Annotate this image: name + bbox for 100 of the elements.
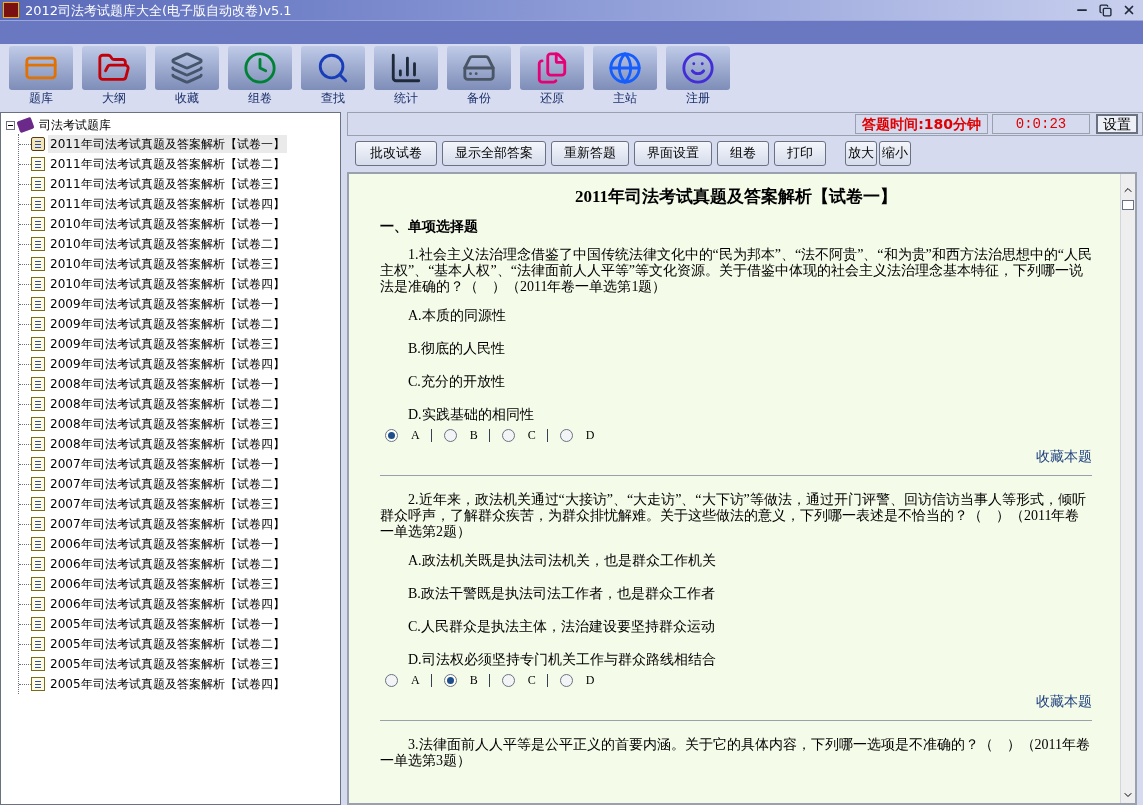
- document-title: 2011年司法考试真题及答案解析【试卷一】: [573, 186, 899, 208]
- tree-item[interactable]: 2007年司法考试真题及答案解析【试卷四】: [48, 515, 287, 533]
- tree-item[interactable]: 2008年司法考试真题及答案解析【试卷四】: [48, 435, 287, 453]
- tree-item[interactable]: 2010年司法考试真题及答案解析【试卷一】: [48, 215, 287, 233]
- option-text: B.彻底的人民性: [408, 340, 506, 357]
- tree-item[interactable]: 2011年司法考试真题及答案解析【试卷四】: [48, 195, 287, 213]
- settings-button[interactable]: 设置: [1096, 114, 1138, 134]
- section-heading: 一、单项选择题: [380, 218, 479, 236]
- tree-item[interactable]: 2007年司法考试真题及答案解析【试卷一】: [48, 455, 287, 473]
- collapse-toggle[interactable]: [6, 120, 15, 130]
- tree-item[interactable]: 2008年司法考试真题及答案解析【试卷一】: [48, 375, 287, 393]
- globe-icon: [608, 51, 642, 85]
- tree-item[interactable]: 2007年司法考试真题及答案解析【试卷三】: [48, 495, 287, 513]
- tree-item[interactable]: 2006年司法考试真题及答案解析【试卷一】: [48, 535, 287, 553]
- answer-radio[interactable]: B: [443, 426, 479, 444]
- document-icon: [31, 477, 45, 491]
- window-title: 2012司法考试题库大全(电子版自动改卷)v5.1: [25, 3, 292, 17]
- app-icon: [3, 2, 19, 18]
- tree-item[interactable]: 2005年司法考试真题及答案解析【试卷二】: [48, 635, 287, 653]
- tree-item[interactable]: 2011年司法考试真题及答案解析【试卷三】: [48, 175, 287, 193]
- document-icon: [31, 617, 45, 631]
- option-text: B.政法干警既是执法司法工作者，也是群众工作者: [408, 585, 716, 602]
- action-button[interactable]: 打印: [774, 140, 826, 166]
- document-icon: [31, 237, 45, 251]
- favorite-link[interactable]: 收藏本题: [1036, 691, 1092, 712]
- tree-item[interactable]: 2011年司法考试真题及答案解析【试卷二】: [48, 155, 287, 173]
- option-text: C.充分的开放性: [408, 373, 506, 390]
- tree-item[interactable]: 2005年司法考试真题及答案解析【试卷一】: [48, 615, 287, 633]
- files-icon: [535, 51, 569, 85]
- action-button[interactable]: 批改试卷: [355, 140, 437, 166]
- answer-radio[interactable]: C: [501, 426, 537, 444]
- time-limit-label: 答题时间:180分钟: [855, 114, 988, 134]
- layers-icon: [170, 51, 204, 85]
- tree-root[interactable]: 司法考试题库: [39, 116, 111, 134]
- document-icon: [31, 677, 45, 691]
- favorite-link[interactable]: 收藏本题: [1036, 446, 1092, 467]
- document-icon: [31, 217, 45, 231]
- document-icon: [31, 177, 45, 191]
- document-icon: [31, 277, 45, 291]
- close-icon[interactable]: [1122, 3, 1136, 17]
- tree-item[interactable]: 2010年司法考试真题及答案解析【试卷二】: [48, 235, 287, 253]
- document-icon: [31, 397, 45, 411]
- action-button[interactable]: 重新答题: [551, 140, 629, 166]
- tree-item[interactable]: 2009年司法考试真题及答案解析【试卷三】: [48, 335, 287, 353]
- book-icon: [16, 116, 35, 134]
- document-icon: [31, 297, 45, 311]
- action-button[interactable]: 组卷: [717, 140, 769, 166]
- answer-radio[interactable]: D: [559, 426, 596, 444]
- answer-radio[interactable]: A: [385, 426, 421, 444]
- question-text: 2.近年来，政法机关通过“大接访”、“大走访”、“大下访”等做法，通过开门评警、回访信访当事人等形式，倾听群众呼声，了解群众疾苦，为群众排忧解难。关于这些做法的意义，下列哪一表述是不恰当的？（ ）（2011年卷一单选第2题）: [380, 492, 1087, 540]
- tree-item[interactable]: 2010年司法考试真题及答案解析【试卷四】: [48, 275, 287, 293]
- action-button[interactable]: 界面设置: [634, 140, 712, 166]
- restore-icon[interactable]: [1099, 3, 1112, 17]
- tree-item[interactable]: 2009年司法考试真题及答案解析【试卷四】: [48, 355, 287, 373]
- document-icon: [31, 257, 45, 271]
- action-button[interactable]: 显示全部答案: [442, 140, 546, 166]
- zoom-button[interactable]: 缩小: [879, 140, 911, 166]
- tree-item[interactable]: 2007年司法考试真题及答案解析【试卷二】: [48, 475, 287, 493]
- answer-radio[interactable]: B: [443, 671, 479, 689]
- document-icon: [31, 317, 45, 331]
- answer-radio[interactable]: C: [501, 671, 537, 689]
- document-icon: [31, 337, 45, 351]
- tree-item[interactable]: 2005年司法考试真题及答案解析【试卷四】: [48, 675, 287, 693]
- radio-circle[interactable]: [385, 428, 398, 442]
- question-text: 1.社会主义法治理念借鉴了中国传统法律文化中的“民为邦本”、“法不阿贵”、“和为贵”和西方法治思想中的“人民主权”、“基本人权”、“法律面前人人平等”等文化资源。关于借鉴中体现的社会主义法治理念基本特征，下列哪一说法是准确的？（ ）（2011年卷一单选第1题）: [380, 247, 1092, 295]
- tree-item[interactable]: 2005年司法考试真题及答案解析【试卷三】: [48, 655, 287, 673]
- document-icon: [31, 657, 45, 671]
- answer-radio[interactable]: A: [385, 671, 421, 689]
- document-icon: [31, 557, 45, 571]
- tree-item[interactable]: 2009年司法考试真题及答案解析【试卷一】: [48, 295, 287, 313]
- document-icon: [31, 497, 45, 511]
- document-icon: [31, 457, 45, 471]
- answer-radio[interactable]: D: [559, 671, 596, 689]
- option-text: A.政法机关既是执法司法机关，也是群众工作机关: [408, 552, 717, 569]
- tree-item[interactable]: 2008年司法考试真题及答案解析【试卷三】: [48, 415, 287, 433]
- tree-item[interactable]: 2006年司法考试真题及答案解析【试卷二】: [48, 555, 287, 573]
- document-icon: [31, 157, 45, 171]
- radio-circle[interactable]: [443, 673, 457, 687]
- tree-item[interactable]: 2010年司法考试真题及答案解析【试卷三】: [48, 255, 287, 273]
- tree-item[interactable]: 2008年司法考试真题及答案解析【试卷二】: [48, 395, 287, 413]
- document-icon: [31, 537, 45, 551]
- document-icon: [31, 637, 45, 651]
- question-text: 3.法律面前人人平等是公平正义的首要内涵。关于它的具体内容，下列哪一选项是不准确的？（ ）（2011年卷一单选第3题）: [380, 737, 1091, 769]
- document-icon: [31, 377, 45, 391]
- tree-item[interactable]: 2009年司法考试真题及答案解析【试卷二】: [48, 315, 287, 333]
- tree-item[interactable]: 2006年司法考试真题及答案解析【试卷四】: [48, 595, 287, 613]
- option-text: D.司法权必须坚持专门机关工作与群众路线相结合: [408, 651, 717, 668]
- document-icon: [31, 437, 45, 451]
- chart-icon: [389, 51, 423, 85]
- elapsed-timer: 0:0:23: [992, 114, 1090, 134]
- document-icon: [31, 197, 45, 211]
- tree-item[interactable]: 2006年司法考试真题及答案解析【试卷三】: [48, 575, 287, 593]
- option-text: D.实践基础的相同性: [408, 406, 535, 423]
- document-icon: [31, 357, 45, 371]
- scroll-thumb[interactable]: [1122, 200, 1134, 210]
- option-text: C.人民群众是执法主体，法治建设要坚持群众运动: [408, 618, 716, 635]
- zoom-button[interactable]: 放大: [845, 140, 877, 166]
- document-icon: [31, 417, 45, 431]
- tree-item[interactable]: 2011年司法考试真题及答案解析【试卷一】: [48, 135, 287, 153]
- document-icon: [31, 597, 45, 611]
